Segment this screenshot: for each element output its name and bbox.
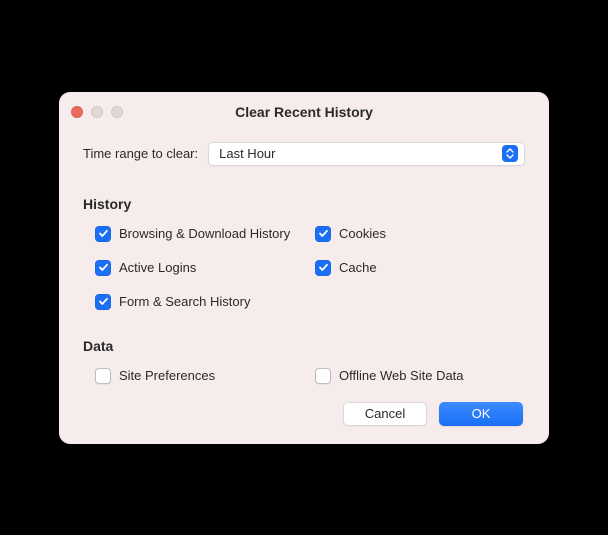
history-title: History (83, 196, 525, 212)
minimize-icon (91, 106, 103, 118)
checkmark-icon (95, 226, 111, 242)
checkmark-icon (315, 226, 331, 242)
checkbox-label: Active Logins (119, 260, 196, 275)
time-range-row: Time range to clear: Last Hour (83, 142, 525, 166)
checkmark-icon (95, 260, 111, 276)
checkbox-label: Site Preferences (119, 368, 215, 383)
dialog-content: Time range to clear: Last Hour History B… (59, 132, 549, 444)
traffic-lights (71, 106, 123, 118)
data-section: Data Site Preferences Offline Web Site D… (83, 338, 525, 384)
checkmark-icon (95, 294, 111, 310)
checkbox-label: Cookies (339, 226, 386, 241)
dialog-footer: Cancel OK (83, 402, 525, 426)
time-range-select[interactable]: Last Hour (208, 142, 525, 166)
titlebar: Clear Recent History (59, 92, 549, 132)
checkbox-offline-website-data[interactable]: Offline Web Site Data (315, 368, 525, 384)
checkbox-site-preferences[interactable]: Site Preferences (95, 368, 305, 384)
checkbox-label: Browsing & Download History (119, 226, 290, 241)
checkbox-cache[interactable]: Cache (315, 260, 525, 276)
close-icon[interactable] (71, 106, 83, 118)
time-range-value: Last Hour (219, 146, 275, 161)
dialog-window: Clear Recent History Time range to clear… (59, 92, 549, 444)
ok-button[interactable]: OK (439, 402, 523, 426)
data-title: Data (83, 338, 525, 354)
history-grid: Browsing & Download History Cookies Acti… (83, 226, 525, 310)
updown-icon (502, 145, 518, 162)
checkbox-label: Form & Search History (119, 294, 250, 309)
checkbox-active-logins[interactable]: Active Logins (95, 260, 305, 276)
checkbox-empty-icon (95, 368, 111, 384)
checkmark-icon (315, 260, 331, 276)
checkbox-cookies[interactable]: Cookies (315, 226, 525, 242)
checkbox-form-search-history[interactable]: Form & Search History (95, 294, 305, 310)
checkbox-browsing-history[interactable]: Browsing & Download History (95, 226, 305, 242)
dialog-title: Clear Recent History (59, 104, 549, 120)
checkbox-label: Cache (339, 260, 377, 275)
history-section: History Browsing & Download History Cook… (83, 196, 525, 310)
checkbox-label: Offline Web Site Data (339, 368, 464, 383)
time-range-label: Time range to clear: (83, 146, 198, 161)
checkbox-empty-icon (315, 368, 331, 384)
cancel-button[interactable]: Cancel (343, 402, 427, 426)
zoom-icon (111, 106, 123, 118)
data-grid: Site Preferences Offline Web Site Data (83, 368, 525, 384)
